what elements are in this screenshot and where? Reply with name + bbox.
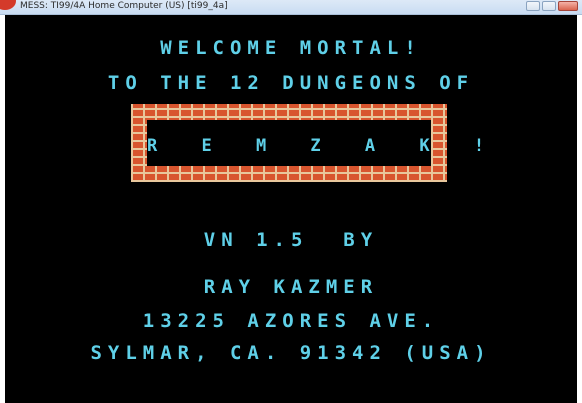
welcome-text: WELCOME MORTAL!: [160, 37, 422, 59]
game-title: R E M Z A K !: [147, 136, 502, 156]
title-panel: R E M Z A K !: [147, 120, 502, 166]
emulator-screen[interactable]: WELCOME MORTAL! TO THE 12 DUNGEONS OF R …: [5, 15, 577, 403]
window-controls: [526, 1, 578, 11]
maximize-button[interactable]: [542, 1, 556, 11]
version-text: VN 1.5 BY: [203, 229, 379, 251]
close-button[interactable]: [558, 1, 578, 11]
window-titlebar: MESS: TI99/4A Home Computer (US) [ti99_4…: [0, 0, 582, 15]
brick-frame: R E M Z A K !: [131, 104, 502, 182]
app-icon: [0, 0, 16, 10]
minimize-button[interactable]: [526, 1, 540, 11]
author-text: RAY KAZMER: [203, 276, 379, 298]
dungeons-text: TO THE 12 DUNGEONS OF: [107, 72, 475, 94]
address-line-2: SYLMAR, CA. 91342 (USA): [90, 342, 492, 364]
address-line-1: 13225 AZORES AVE.: [142, 310, 440, 332]
window-title: MESS: TI99/4A Home Computer (US) [ti99_4…: [20, 1, 228, 11]
